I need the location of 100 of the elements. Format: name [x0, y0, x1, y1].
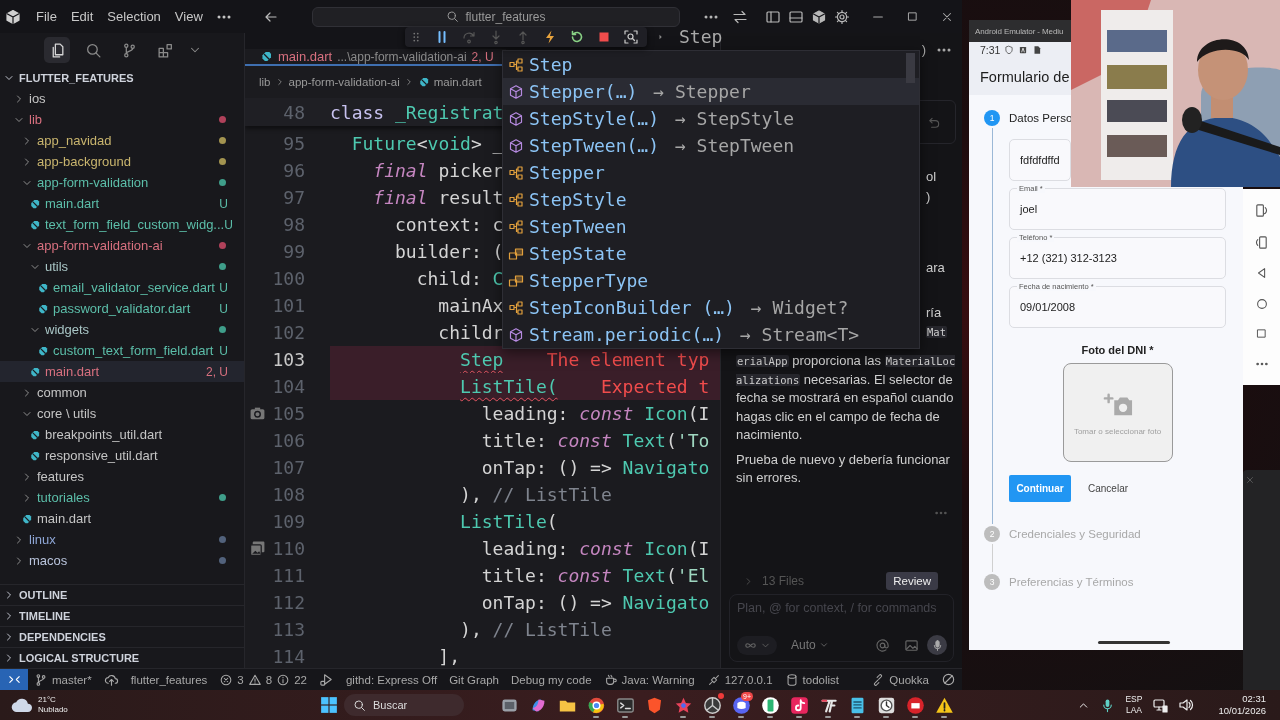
- overview-icon[interactable]: [1255, 327, 1268, 341]
- status-item[interactable]: Git Graph: [443, 669, 505, 690]
- info-icon: [276, 672, 291, 687]
- suggestion-item[interactable]: Stepper: [503, 159, 919, 186]
- tree-item[interactable]: tutoriales: [0, 487, 244, 508]
- camera-icon[interactable]: [249, 405, 266, 422]
- tree-item[interactable]: app_navidad: [0, 130, 244, 151]
- weather-widget[interactable]: 21°C Nublado: [38, 695, 68, 715]
- search-field[interactable]: Buscar: [344, 694, 464, 716]
- menu-item[interactable]: Edit: [63, 9, 101, 24]
- remote-button[interactable]: [0, 669, 28, 690]
- plug-icon: [706, 672, 721, 687]
- clock[interactable]: 02:31 10/01/2026: [1218, 693, 1266, 717]
- breadcrumb-item[interactable]: Step: [679, 26, 723, 47]
- status-item[interactable]: 127.0.0.1: [700, 669, 779, 690]
- tree-item[interactable]: app-form-validation: [0, 172, 244, 193]
- section-header[interactable]: OUTLINE: [0, 584, 244, 605]
- cube-icon[interactable]: [811, 8, 827, 25]
- image-icon[interactable]: [904, 637, 919, 653]
- cancel-button[interactable]: Cancelar: [1088, 483, 1129, 494]
- debug-run-icon[interactable]: [318, 672, 334, 687]
- microphone-button[interactable]: [927, 635, 947, 655]
- suggestion-item[interactable]: StepStyle(…) → StepStyle: [503, 105, 919, 132]
- tree-item[interactable]: lib: [0, 109, 244, 130]
- suggestion-item[interactable]: Stepper(…) → Stepper: [503, 78, 919, 105]
- rotate-left-icon[interactable]: [1254, 203, 1269, 219]
- tree-item[interactable]: password_validator.dart U: [0, 298, 244, 319]
- inspect-icon[interactable]: [623, 28, 639, 45]
- tree-item[interactable]: app-form-validation-ai: [0, 235, 244, 256]
- menu-item[interactable]: View: [167, 9, 210, 24]
- network-icon[interactable]: [1152, 697, 1169, 713]
- restart-icon[interactable]: [569, 28, 585, 45]
- tree-item[interactable]: common: [0, 382, 244, 403]
- class-icon: [508, 56, 524, 73]
- home-icon[interactable]: [1254, 296, 1269, 311]
- suggestion-item[interactable]: StepStyle: [503, 186, 919, 213]
- tree-item[interactable]: email_validator_service.dart U: [0, 277, 244, 298]
- language-indicator[interactable]: ESP LAA: [1125, 694, 1143, 716]
- tree-item[interactable]: custom_text_form_field.dart U: [0, 340, 244, 361]
- tree-item[interactable]: linux: [0, 529, 244, 550]
- tree-item[interactable]: main.dart U: [0, 193, 244, 214]
- suggestion-item[interactable]: StepIconBuilder (…) → Widget?: [503, 294, 919, 321]
- line-number: 99: [282, 241, 305, 262]
- explorer-header[interactable]: FLUTTER_FEATURES: [0, 67, 244, 88]
- tree-item[interactable]: utils: [0, 256, 244, 277]
- cloud-upload-icon[interactable]: [103, 672, 119, 687]
- section-header[interactable]: DEPENDENCIES: [0, 626, 244, 647]
- breadcrumb-item[interactable]: lib: [259, 76, 271, 88]
- tree-item[interactable]: breakpoints_util.dart: [0, 424, 244, 445]
- search-field[interactable]: flutter_features: [312, 6, 680, 27]
- tree-item[interactable]: main.dart 2, U: [0, 361, 244, 382]
- image-icon[interactable]: [249, 540, 266, 557]
- tree-item[interactable]: ios: [0, 88, 244, 109]
- tree-item[interactable]: core \ utils: [0, 403, 244, 424]
- blocked-icon[interactable]: [941, 672, 956, 687]
- status-item[interactable]: todolist: [778, 669, 846, 690]
- breadcrumb-item[interactable]: main.dart: [433, 76, 482, 88]
- review-button[interactable]: Review: [886, 572, 938, 590]
- problems-status[interactable]: 3 8 22: [213, 669, 313, 690]
- line-number: 106: [271, 430, 305, 451]
- rotate-right-icon[interactable]: [1254, 234, 1269, 250]
- sidebar-layout-icon[interactable]: [765, 8, 781, 25]
- start-icon[interactable]: [320, 696, 338, 714]
- swap-arrows-icon[interactable]: [732, 8, 748, 25]
- suggestion-item[interactable]: StepState: [503, 240, 919, 267]
- status-item[interactable]: Quokka: [865, 669, 935, 690]
- editor-tab[interactable]: main.dart ...\app-form-validation-ai 2, U: [245, 49, 506, 66]
- clock-icon: [876, 695, 896, 715]
- tree-item[interactable]: widgets: [0, 319, 244, 340]
- code-line: ), // ListTile: [459, 484, 612, 505]
- chat-app-icon: [731, 695, 751, 715]
- suggestion-item[interactable]: StepTween(…) → StepTween: [503, 132, 919, 159]
- model-dropdown[interactable]: Auto: [785, 637, 835, 653]
- tree-item[interactable]: macos: [0, 550, 244, 571]
- status-item[interactable]: master*: [28, 669, 98, 690]
- breadcrumb-item[interactable]: app-form-validation-ai: [288, 76, 400, 88]
- suggestion-item[interactable]: StepperType: [503, 267, 919, 294]
- suggestion-item[interactable]: Step: [503, 51, 919, 78]
- tree-item[interactable]: features: [0, 466, 244, 487]
- menu-item[interactable]: File: [29, 9, 64, 24]
- tree-item[interactable]: text_form_field_custom_widg...U: [0, 214, 244, 235]
- suggestion-item[interactable]: StepTween: [503, 213, 919, 240]
- status-item[interactable]: githd: Express Off: [339, 669, 444, 690]
- tree-item[interactable]: responsive_util.dart: [0, 445, 244, 466]
- panel-layout-icon[interactable]: [788, 8, 804, 25]
- maximize-icon[interactable]: [906, 10, 919, 23]
- status-item[interactable]: flutter_features: [124, 669, 214, 690]
- settings-icon[interactable]: [834, 8, 850, 25]
- explorer-icon[interactable]: [44, 37, 70, 63]
- at-icon[interactable]: [875, 637, 890, 653]
- volume-icon[interactable]: [1178, 697, 1195, 713]
- tree-item[interactable]: app-background: [0, 151, 244, 172]
- status-item[interactable]: Debug my code: [505, 669, 598, 690]
- suggestion-item[interactable]: Stream.periodic(…) → Stream<T>: [503, 321, 919, 348]
- status-item[interactable]: Java: Warning: [597, 669, 701, 690]
- text-field[interactable]: fdfdfdffd: [1009, 139, 1071, 181]
- section-header[interactable]: TIMELINE: [0, 605, 244, 626]
- code-line: Step: [459, 349, 504, 370]
- tree-item[interactable]: main.dart: [0, 508, 244, 529]
- menu-item[interactable]: Selection: [100, 9, 168, 24]
